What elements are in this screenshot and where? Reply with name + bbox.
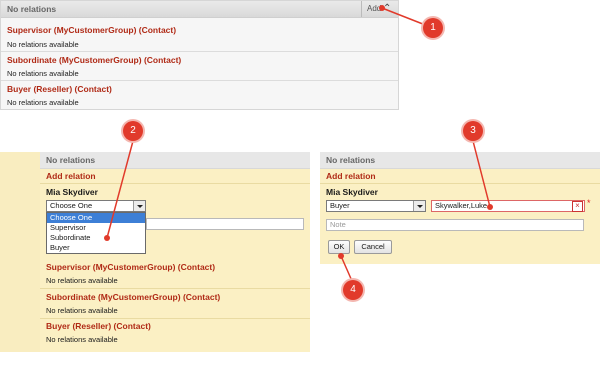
callout-badge: 4 — [343, 280, 363, 300]
callout-badge: 2 — [123, 121, 143, 141]
callout-badge: 3 — [463, 121, 483, 141]
callout-lines — [104, 5, 493, 282]
callout-badge: 1 — [423, 18, 443, 38]
